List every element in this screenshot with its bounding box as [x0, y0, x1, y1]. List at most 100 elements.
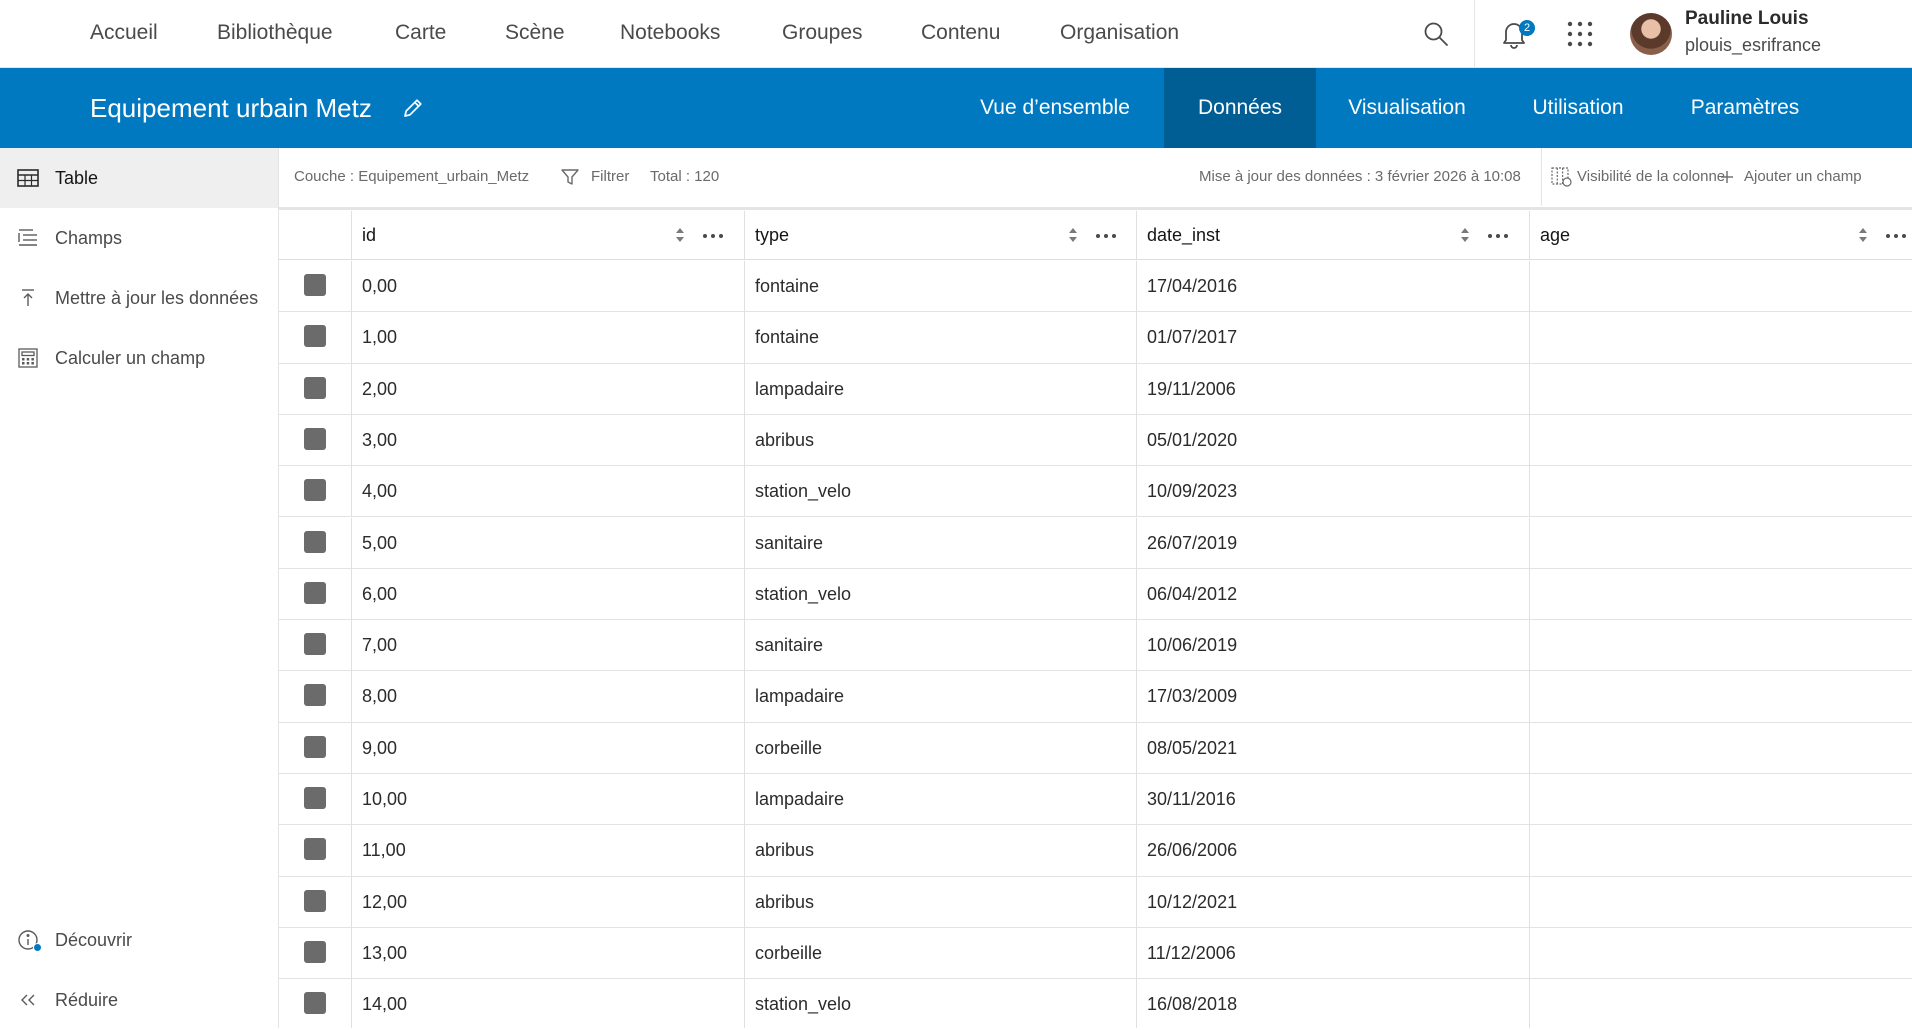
- table-cell-date-inst[interactable]: 16/08/2018: [1136, 979, 1529, 1028]
- table-cell-type[interactable]: station_velo: [744, 979, 1136, 1028]
- table-cell-id[interactable]: 0,00: [351, 261, 744, 312]
- table-cell-age[interactable]: [1529, 466, 1912, 518]
- table-cell-age[interactable]: [1529, 363, 1912, 415]
- table-cell-date-inst[interactable]: 10/09/2023: [1136, 466, 1529, 518]
- table-cell-id[interactable]: 7,00: [351, 620, 744, 672]
- table-cell-type[interactable]: station_velo: [744, 568, 1136, 620]
- row-select-checkbox[interactable]: [304, 530, 326, 553]
- app-launcher-icon[interactable]: [1566, 20, 1594, 48]
- table-cell-age[interactable]: [1529, 876, 1912, 928]
- row-select-checkbox[interactable]: [304, 838, 326, 861]
- tab-parametres[interactable]: Paramètres: [1662, 68, 1828, 148]
- table-cell-type[interactable]: station_velo: [744, 466, 1136, 518]
- column-header-age[interactable]: age: [1529, 211, 1912, 260]
- table-cell-date-inst[interactable]: 19/11/2006: [1136, 363, 1529, 415]
- table-row[interactable]: 1,00 fontaine 01/07/2017: [279, 312, 1912, 364]
- table-cell-type[interactable]: fontaine: [744, 312, 1136, 364]
- filter-icon[interactable]: [561, 148, 583, 206]
- nav-link-carte[interactable]: Carte: [395, 0, 446, 68]
- table-cell-id[interactable]: 1,00: [351, 312, 744, 364]
- table-row[interactable]: 4,00 station_velo 10/09/2023: [279, 466, 1912, 518]
- table-cell-age[interactable]: [1529, 774, 1912, 825]
- table-row[interactable]: 11,00 abribus 26/06/2006: [279, 825, 1912, 877]
- table-cell-age[interactable]: [1529, 979, 1912, 1028]
- table-cell-type[interactable]: sanitaire: [744, 620, 1136, 672]
- table-row[interactable]: 14,00 station_velo 16/08/2018: [279, 979, 1912, 1028]
- table-cell-date-inst[interactable]: 17/03/2009: [1136, 671, 1529, 723]
- sidebar-item-calculer[interactable]: Calculer un champ: [0, 328, 278, 388]
- tab-vue-ensemble[interactable]: Vue d’ensemble: [948, 68, 1162, 148]
- row-select-checkbox[interactable]: [304, 787, 326, 809]
- table-row[interactable]: 6,00 station_velo 06/04/2012: [279, 568, 1912, 621]
- table-cell-date-inst[interactable]: 26/07/2019: [1136, 517, 1529, 569]
- table-row[interactable]: 8,00 lampadaire 17/03/2009: [279, 671, 1912, 723]
- table-cell-type[interactable]: lampadaire: [744, 363, 1136, 415]
- row-select-checkbox[interactable]: [304, 940, 326, 963]
- nav-link-scene[interactable]: Scène: [505, 0, 565, 68]
- table-cell-id[interactable]: 13,00: [351, 927, 744, 979]
- row-select-checkbox[interactable]: [304, 735, 326, 758]
- table-cell-type[interactable]: abribus: [744, 825, 1136, 877]
- table-cell-age[interactable]: [1529, 825, 1912, 877]
- table-row[interactable]: 13,00 corbeille 11/12/2006: [279, 927, 1912, 980]
- table-cell-date-inst[interactable]: 10/12/2021: [1136, 876, 1529, 928]
- pencil-icon[interactable]: [401, 96, 425, 120]
- table-cell-id[interactable]: 9,00: [351, 722, 744, 774]
- table-cell-id[interactable]: 2,00: [351, 363, 744, 415]
- table-cell-id[interactable]: 8,00: [351, 671, 744, 723]
- nav-link-notebooks[interactable]: Notebooks: [620, 0, 720, 68]
- row-select-checkbox[interactable]: [304, 427, 326, 450]
- row-select-checkbox[interactable]: [304, 581, 326, 604]
- nav-link-accueil[interactable]: Accueil: [90, 0, 158, 68]
- table-row[interactable]: 5,00 sanitaire 26/07/2019: [279, 517, 1912, 569]
- table-row[interactable]: 9,00 corbeille 08/05/2021: [279, 722, 1912, 774]
- row-select-checkbox[interactable]: [304, 992, 326, 1015]
- sort-icon[interactable]: [674, 226, 686, 244]
- table-cell-type[interactable]: lampadaire: [744, 774, 1136, 825]
- table-cell-type[interactable]: fontaine: [744, 261, 1136, 312]
- table-cell-date-inst[interactable]: 10/06/2019: [1136, 620, 1529, 672]
- bell-icon[interactable]: 2: [1497, 18, 1535, 50]
- table-cell-id[interactable]: 4,00: [351, 466, 744, 518]
- sidebar-item-mettre-a-jour[interactable]: Mettre à jour les données: [0, 268, 278, 328]
- more-options-icon[interactable]: [1095, 225, 1117, 247]
- tab-visualisation[interactable]: Visualisation: [1318, 68, 1496, 148]
- table-cell-type[interactable]: corbeille: [744, 927, 1136, 979]
- nav-link-contenu[interactable]: Contenu: [921, 0, 1000, 68]
- row-select-checkbox[interactable]: [304, 274, 326, 296]
- search-icon[interactable]: [1422, 20, 1450, 48]
- sort-icon[interactable]: [1067, 226, 1079, 244]
- row-select-checkbox[interactable]: [304, 376, 326, 399]
- nav-link-organisation[interactable]: Organisation: [1060, 0, 1179, 68]
- table-row[interactable]: 3,00 abribus 05/01/2020: [279, 414, 1912, 467]
- table-row[interactable]: 0,00 fontaine 17/04/2016: [279, 261, 1912, 313]
- table-cell-age[interactable]: [1529, 722, 1912, 774]
- table-row[interactable]: 7,00 sanitaire 10/06/2019: [279, 620, 1912, 672]
- user-name[interactable]: Pauline Louis: [1685, 8, 1809, 30]
- table-row[interactable]: 12,00 abribus 10/12/2021: [279, 876, 1912, 928]
- add-field-button[interactable]: Ajouter un champ: [1744, 148, 1862, 206]
- column-visibility-button[interactable]: Visibilité de la colonne: [1577, 148, 1725, 206]
- table-cell-date-inst[interactable]: 11/12/2006: [1136, 927, 1529, 979]
- table-cell-date-inst[interactable]: 08/05/2021: [1136, 722, 1529, 774]
- table-cell-age[interactable]: [1529, 312, 1912, 364]
- table-cell-age[interactable]: [1529, 568, 1912, 620]
- more-options-icon[interactable]: [702, 225, 724, 247]
- table-cell-type[interactable]: lampadaire: [744, 671, 1136, 723]
- sort-icon[interactable]: [1857, 226, 1869, 244]
- table-cell-age[interactable]: [1529, 620, 1912, 672]
- avatar[interactable]: [1630, 13, 1672, 55]
- row-select-checkbox[interactable]: [304, 684, 326, 707]
- sort-icon[interactable]: [1459, 226, 1471, 244]
- table-cell-id[interactable]: 14,00: [351, 979, 744, 1028]
- table-cell-id[interactable]: 10,00: [351, 774, 744, 825]
- table-cell-type[interactable]: sanitaire: [744, 517, 1136, 569]
- column-header-type[interactable]: type: [744, 211, 1136, 260]
- table-cell-age[interactable]: [1529, 517, 1912, 569]
- table-cell-id[interactable]: 3,00: [351, 414, 744, 466]
- table-cell-date-inst[interactable]: 30/11/2016: [1136, 774, 1529, 825]
- table-cell-date-inst[interactable]: 26/06/2006: [1136, 825, 1529, 877]
- nav-link-bibliotheque[interactable]: Bibliothèque: [217, 0, 333, 68]
- table-cell-date-inst[interactable]: 17/04/2016: [1136, 261, 1529, 312]
- table-cell-type[interactable]: corbeille: [744, 722, 1136, 774]
